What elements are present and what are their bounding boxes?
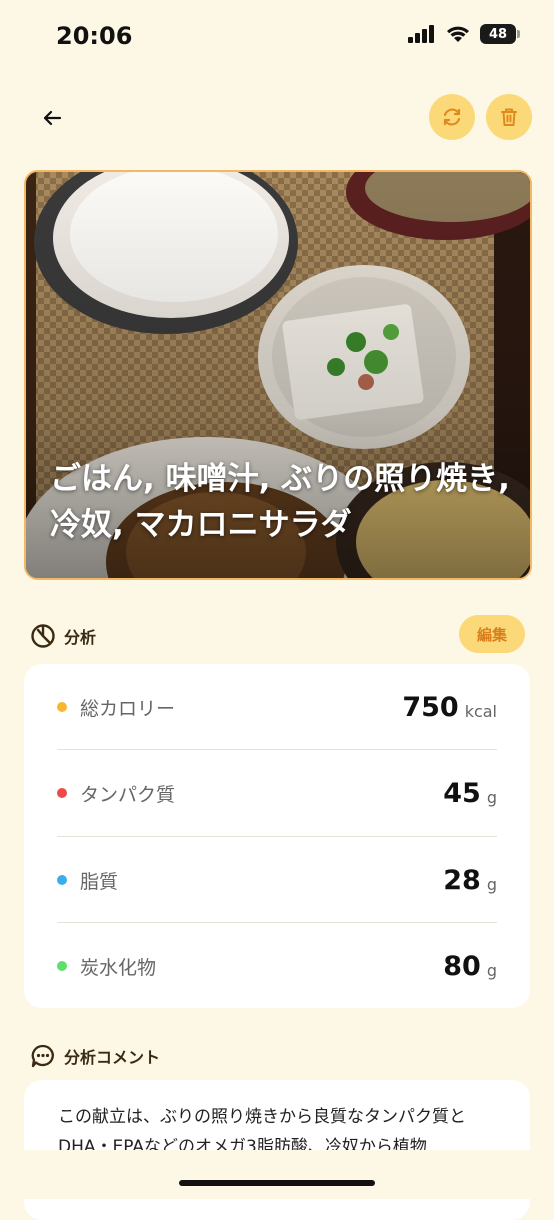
delete-button[interactable] <box>486 94 532 140</box>
nutrition-unit: g <box>486 874 497 894</box>
nutrition-value: 80 <box>443 950 481 982</box>
nutrition-value: 28 <box>443 864 481 896</box>
wifi-icon <box>447 26 469 42</box>
pie-chart-icon <box>31 624 55 648</box>
nutrition-row-carbs: 炭水化物 80 g <box>57 923 497 1009</box>
top-nav <box>0 92 554 144</box>
nutrition-label: 総カロリー <box>80 697 176 720</box>
nutrition-label: タンパク質 <box>80 783 176 806</box>
status-icons: 48 <box>408 24 520 44</box>
battery-level: 48 <box>488 26 508 42</box>
nutrition-value: 750 <box>402 691 459 723</box>
battery-icon: 48 <box>480 24 520 44</box>
nutrition-card: 総カロリー 750 kcal タンパク質 45 g 脂質 28 g 炭水化物 8… <box>24 664 530 1008</box>
nutrition-value: 45 <box>443 777 481 809</box>
bottom-area <box>0 1150 554 1199</box>
nutrition-label: 脂質 <box>80 870 119 893</box>
nutrition-unit: kcal <box>464 701 497 721</box>
protein-dot <box>57 788 67 798</box>
regenerate-button[interactable] <box>429 94 475 140</box>
meal-photo-card: ごはん, 味噌汁, ぶりの照り焼き, 冷奴, マカロニサラダ <box>24 170 532 580</box>
arrow-left-icon <box>43 110 62 126</box>
home-indicator[interactable] <box>179 1180 375 1186</box>
comment-header: 分析コメント <box>30 1043 160 1069</box>
back-button[interactable] <box>32 98 72 138</box>
nutrition-row-calories: 総カロリー 750 kcal <box>57 664 497 750</box>
carbs-dot <box>57 961 67 971</box>
refresh-icon <box>443 108 461 126</box>
analysis-title: 分析 <box>64 628 97 647</box>
trash-icon <box>501 108 517 126</box>
fat-dot <box>57 875 67 885</box>
nutrition-unit: g <box>486 960 497 980</box>
chat-bubble-icon <box>31 1044 54 1068</box>
comment-title: 分析コメント <box>64 1048 161 1067</box>
status-time: 20:06 <box>56 22 133 50</box>
signal-icon <box>408 25 434 43</box>
nutrition-row-fat: 脂質 28 g <box>57 837 497 923</box>
nutrition-row-protein: タンパク質 45 g <box>57 750 497 836</box>
status-bar: 20:06 48 <box>0 0 554 72</box>
nutrition-unit: g <box>486 787 497 807</box>
analysis-header: 分析 <box>30 623 96 649</box>
calories-dot <box>57 702 67 712</box>
nutrition-label: 炭水化物 <box>80 956 157 979</box>
edit-button[interactable]: 編集 <box>459 615 525 653</box>
meal-title: ごはん, 味噌汁, ぶりの照り焼き, 冷奴, マカロニサラダ <box>50 461 510 543</box>
